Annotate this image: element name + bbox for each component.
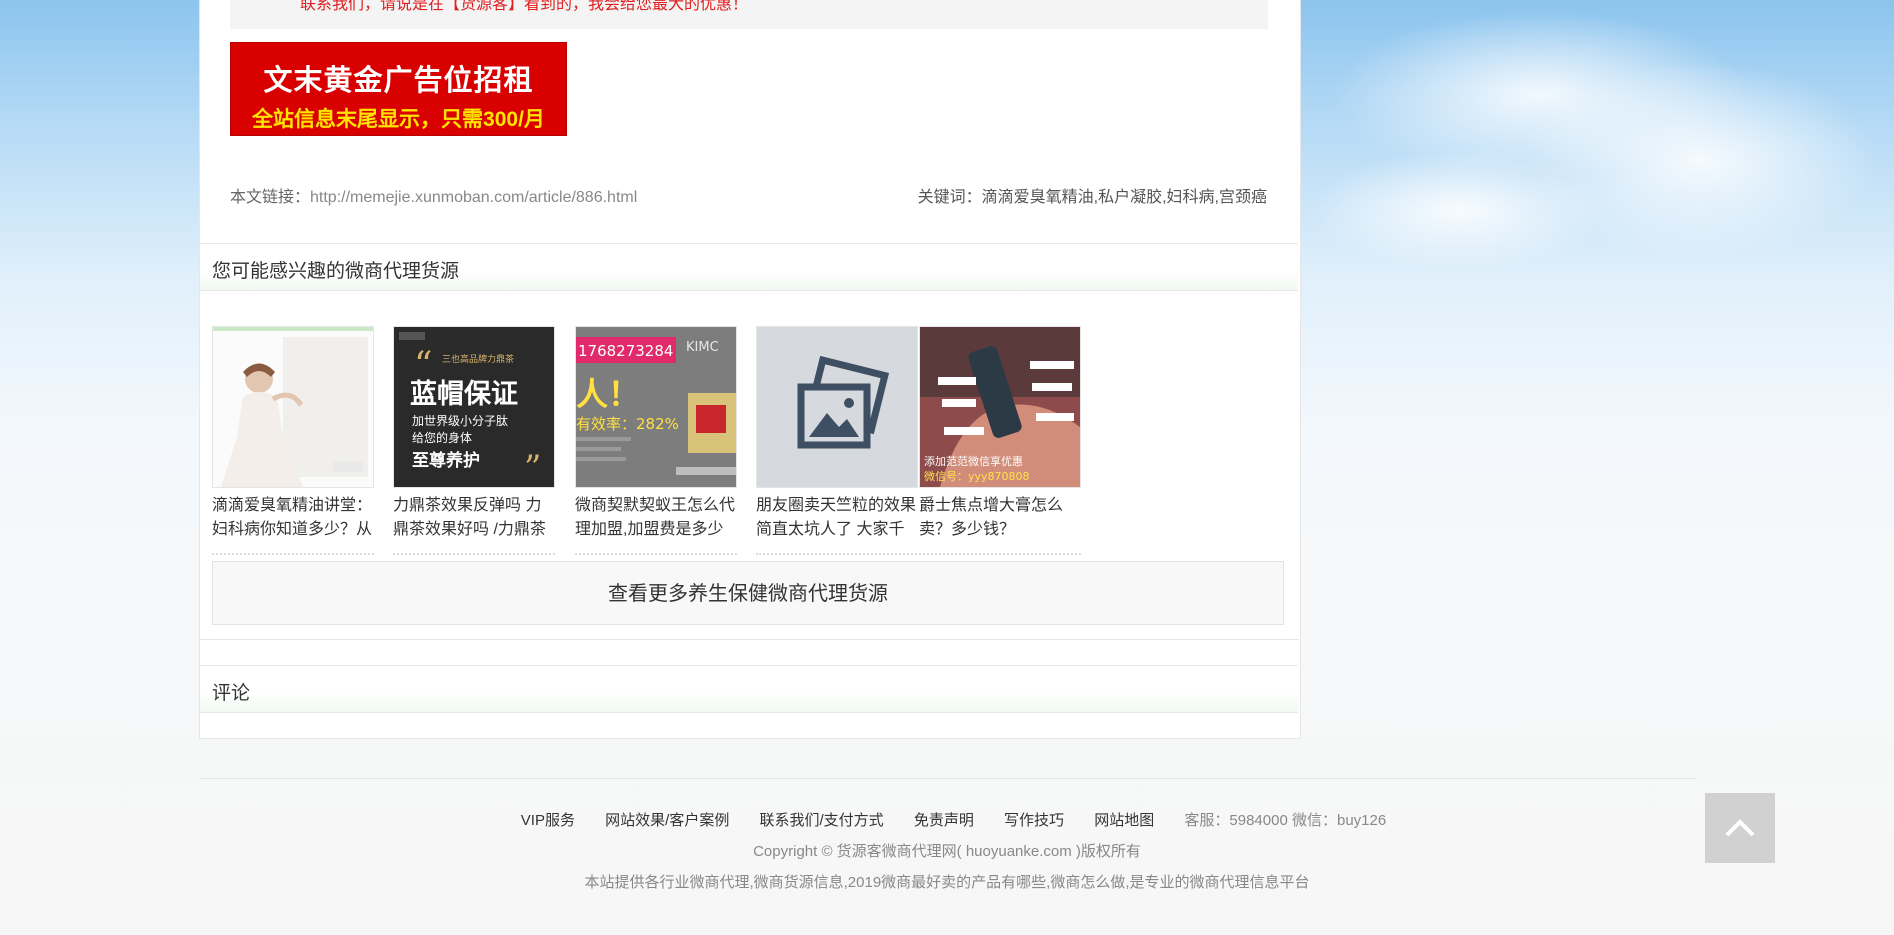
article-link-label: 本文链接： [230, 189, 311, 206]
related-thumbnail[interactable] [756, 326, 918, 488]
tea-ad-line3: 至尊养护 [412, 450, 480, 471]
related-thumbnail[interactable]: 1768273284 KIMC 人！ 有效率：282% [575, 326, 737, 488]
related-item[interactable]: 1768273284 KIMC 人！ 有效率：282% 微商契默契蚁王怎么代理加… [575, 326, 737, 542]
chevron-up-icon [1725, 819, 1755, 837]
related-item[interactable]: “ 三也高品牌力鼎茶 蓝帽保证 加世界级小分子肽 给您的身体 至尊养护 ” 力鼎… [393, 326, 555, 542]
comments-heading: 评论 [212, 683, 251, 704]
related-item-title[interactable]: 滴滴爱臭氧精油讲堂：妇科病你知道多少？从 [212, 494, 374, 542]
bride-image [213, 327, 373, 487]
tea-ad-image: “ 三也高品牌力鼎茶 蓝帽保证 加世界级小分子肽 给您的身体 至尊养护 ” [394, 327, 554, 487]
article-link-url[interactable]: http://memejie.xunmoban.com/article/886.… [310, 189, 637, 206]
footer-description: 本站提供各行业微商代理,微商货源信息,2019微商最好卖的产品有哪些,微商怎么做… [584, 874, 1310, 891]
related-item-title[interactable]: 朋友圈卖天竺粒的效果简直太坑人了 大家千 [756, 494, 924, 542]
divider [756, 553, 1081, 555]
footer-link-contact[interactable]: 联系我们/支付方式 [760, 812, 884, 829]
related-item-title[interactable]: 爵士焦点增大膏怎么卖？多少钱？ [919, 494, 1081, 542]
footer-link-writing[interactable]: 写作技巧 [1004, 812, 1064, 829]
view-more-button[interactable]: 查看更多养生保健微商代理货源 [212, 561, 1284, 625]
related-item-title[interactable]: 微商契默契蚁王怎么代理加盟,加盟费是多少 [575, 494, 737, 542]
notice-text: 联系我们，请说是在【货源客】看到的，我会给您最大的优惠！ [300, 0, 749, 13]
keywords-label: 关键词： [917, 189, 982, 206]
divider [199, 639, 1299, 640]
divider [575, 553, 737, 555]
ad-title: 文末黄金广告位招租 [263, 65, 534, 97]
ant-ad-brand: KIMC [686, 340, 719, 355]
tea-ad-tagline: 三也高品牌力鼎茶 [442, 353, 514, 365]
footer-divider [199, 778, 1697, 779]
footer-link-disclaimer[interactable]: 免责声明 [914, 812, 974, 829]
footer-links: VIP服务 网站效果/客户案例 联系我们/支付方式 免责声明 写作技巧 网站地图… [0, 809, 1894, 830]
related-section-header: 您可能感兴趣的微商代理货源 [200, 243, 1298, 291]
ad-banner[interactable]: 文末黄金广告位招租 全站信息末尾显示，只需300/月 [230, 42, 567, 136]
ant-king-image: 1768273284 KIMC 人！ 有效率：282% [576, 327, 736, 487]
contact-notice: 联系我们，请说是在【货源客】看到的，我会给您最大的优惠！ [230, 0, 1268, 29]
divider [393, 553, 555, 555]
back-to-top-button[interactable] [1705, 793, 1775, 863]
article-link-line: 本文链接：http://memejie.xunmoban.com/article… [230, 183, 637, 207]
ant-ad-phone: 1768273284 [578, 342, 673, 360]
cream-ad-promo: 添加范范微信享优惠 [924, 454, 1023, 468]
svg-text:”: ” [524, 448, 541, 487]
tea-ad-line2: 给您的身体 [412, 430, 472, 445]
related-item[interactable]: 添加范范微信享优惠 微信号：yyy870808 爵士焦点增大膏怎么卖？多少钱？ [919, 326, 1081, 542]
cream-ad-image: 添加范范微信享优惠 微信号：yyy870808 [920, 327, 1080, 487]
tea-ad-headline: 蓝帽保证 [410, 379, 518, 410]
footer-service-info: 客服：5984000 微信：buy126 [1184, 812, 1387, 829]
related-thumbnail[interactable]: “ 三也高品牌力鼎茶 蓝帽保证 加世界级小分子肽 给您的身体 至尊养护 ” [393, 326, 555, 488]
related-item[interactable]: 滴滴爱臭氧精油讲堂：妇科病你知道多少？从 [212, 326, 374, 542]
comments-section-header: 评论 [200, 665, 1298, 713]
related-item-title[interactable]: 力鼎茶效果反弹吗 力鼎茶效果好吗 /力鼎茶 [393, 494, 555, 542]
image-placeholder-icon [757, 327, 917, 487]
related-thumbnail[interactable] [212, 326, 374, 488]
related-item[interactable]: 朋友圈卖天竺粒的效果简直太坑人了 大家千 [756, 326, 918, 542]
ad-subtitle: 全站信息末尾显示，只需300/月 [252, 108, 545, 131]
related-heading: 您可能感兴趣的微商代理货源 [212, 261, 460, 282]
footer-link-vip[interactable]: VIP服务 [521, 812, 575, 829]
footer-copyright: Copyright © 货源客微商代理网( huoyuanke.com )版权所… [753, 843, 1141, 860]
cream-ad-wechat: 微信号：yyy870808 [924, 469, 1030, 483]
divider [212, 553, 374, 555]
ant-ad-rate: 有效率：282% [576, 415, 679, 433]
tea-ad-line1: 加世界级小分子肽 [412, 413, 508, 428]
keywords-line: 关键词：滴滴爱臭氧精油,私户凝胶,妇科病,宫颈癌 [918, 183, 1267, 207]
related-thumbnail[interactable]: 添加范范微信享优惠 微信号：yyy870808 [919, 326, 1081, 488]
ant-ad-headline: 人！ [576, 375, 640, 413]
keywords-value[interactable]: 滴滴爱臭氧精油,私户凝胶,妇科病,宫颈癌 [982, 189, 1267, 206]
footer-link-cases[interactable]: 网站效果/客户案例 [605, 812, 729, 829]
sky-cloud [1310, 150, 1610, 270]
footer-link-sitemap[interactable]: 网站地图 [1094, 812, 1154, 829]
